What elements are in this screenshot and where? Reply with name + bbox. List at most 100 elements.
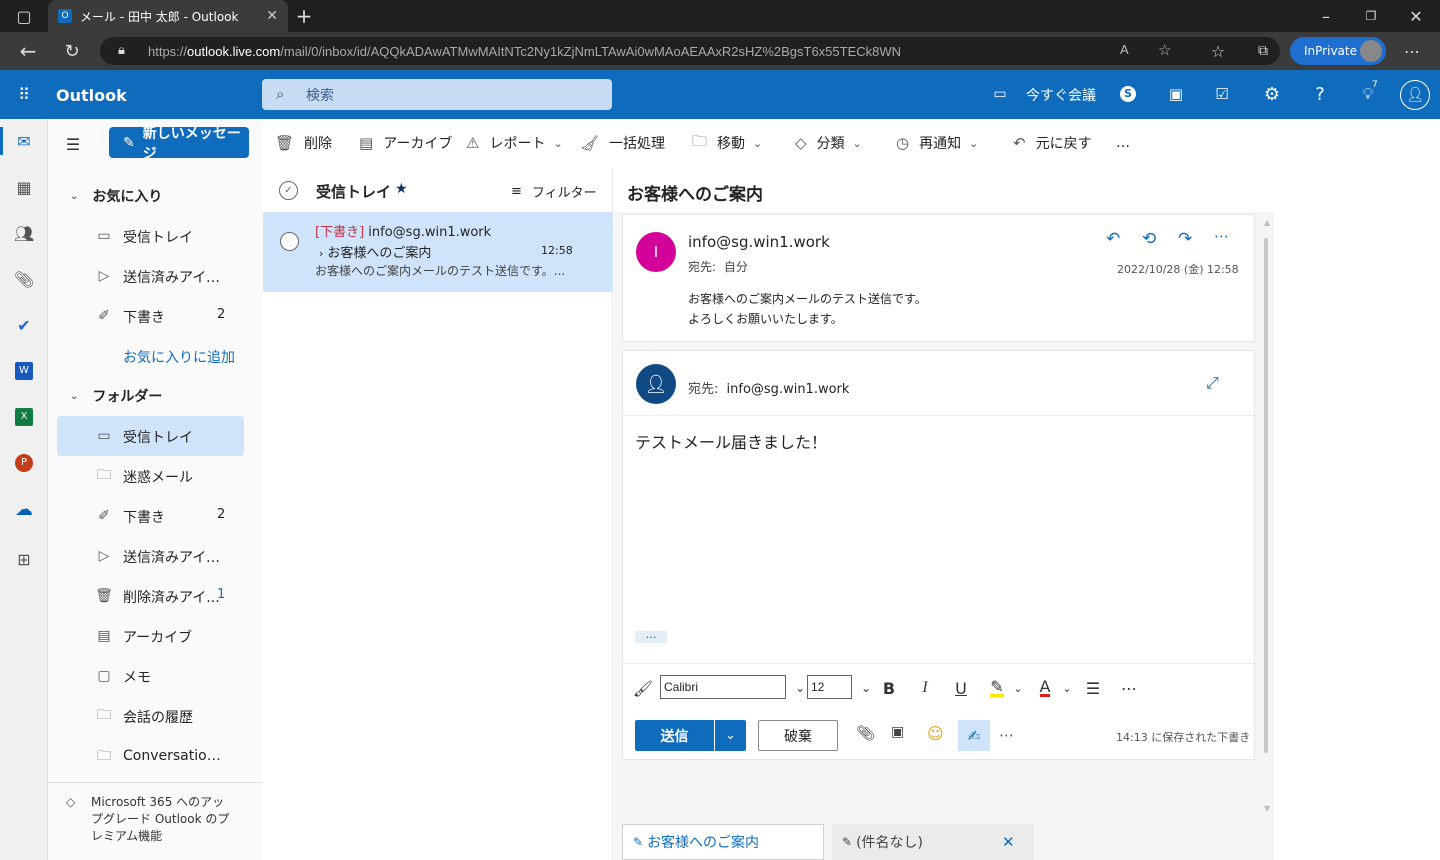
italic-icon[interactable]: I [911, 676, 939, 700]
favorites-header[interactable]: ⌄ お気に入り [70, 186, 162, 206]
sender-avatar[interactable]: I [636, 232, 676, 272]
more-apps-icon[interactable]: ⊞ [10, 545, 38, 573]
snooze-button[interactable]: ◷ 再通知 ⌄ [896, 130, 978, 156]
app-launcher-icon[interactable]: ⠿ [10, 80, 38, 108]
todo-icon[interactable]: ✔ [10, 311, 38, 339]
search-input[interactable]: ⌕ 検索 [262, 79, 612, 110]
new-message-button[interactable]: ✎ 新しいメッセージ [109, 126, 249, 162]
send-options-chevron-icon[interactable]: ⌄ [715, 720, 746, 751]
url-input[interactable]: 🔒︎ https://outlook.live.com/mail/0/inbox… [100, 37, 1280, 65]
folder-item-drafts[interactable]: ✐ 下書き 2 [57, 496, 244, 536]
sweep-button[interactable]: 🧹︎ 一括処理 [580, 130, 665, 156]
folder-item-conversation-history[interactable]: 🗀︎ 会話の履歴 [57, 696, 244, 736]
compose-tab-active[interactable]: ✎ お客様へのご案内 [622, 824, 824, 860]
editor-icon[interactable]: ✍︎ [958, 720, 990, 751]
folder-item-sent[interactable]: ▷ 送信済みアイテム [57, 536, 244, 576]
categorize-button[interactable]: ◇ 分類 ⌄ [795, 130, 862, 156]
attach-icon[interactable]: 📎︎ [856, 724, 878, 748]
scroll-up-icon[interactable]: ▲ [1264, 218, 1270, 227]
meet-now-button[interactable]: 今すぐ会議 [1026, 85, 1096, 105]
chevron-down-icon[interactable]: ⌄ [1004, 676, 1032, 700]
archive-button[interactable]: ▤ アーカイブ [359, 130, 452, 156]
add-favorite-link[interactable]: お気に入りに追加 [123, 347, 235, 367]
favorite-item-inbox[interactable]: ▭ 受信トレイ [57, 216, 244, 256]
office-icon[interactable]: ▣ [1162, 80, 1190, 108]
attachment-icon[interactable]: 📎︎ [10, 265, 38, 293]
compose-to-value[interactable]: info@sg.win1.work [727, 382, 850, 397]
folder-item-notes[interactable]: ▢ メモ [57, 656, 244, 696]
window-close-icon[interactable]: ✕ [1402, 2, 1430, 30]
excel-icon[interactable]: X [10, 403, 38, 431]
word-icon[interactable]: W [10, 357, 38, 385]
more-options-icon[interactable]: ⋯ [999, 726, 1021, 748]
favorites-icon[interactable]: ☆ [1204, 37, 1232, 65]
font-name-select[interactable]: Calibri [660, 675, 786, 699]
minimize-icon[interactable]: – [1312, 2, 1340, 30]
account-avatar-icon[interactable]: 👤︎ [1400, 80, 1430, 110]
inprivate-badge[interactable]: InPrivate [1290, 37, 1386, 65]
whats-new-icon[interactable]: 💡︎ [1354, 80, 1382, 108]
undo-button[interactable]: ↶ 元に戻す [1013, 130, 1092, 156]
back-icon[interactable]: ← [14, 37, 42, 65]
favorite-item-drafts[interactable]: ✐ 下書き 2 [57, 296, 244, 336]
refresh-icon[interactable]: ↻ [58, 37, 86, 65]
restore-icon[interactable]: ❐ [1357, 2, 1385, 30]
more-format-icon[interactable]: ⋯ [1115, 676, 1143, 700]
tab-actions-icon[interactable]: ▢ [10, 2, 38, 30]
folder-item-archive[interactable]: ▤ アーカイブ [57, 616, 244, 656]
powerpoint-icon[interactable]: P [10, 449, 38, 477]
sender-address[interactable]: info@sg.win1.work [688, 233, 830, 251]
chevron-down-icon[interactable]: ⌄ [1053, 676, 1081, 700]
report-button[interactable]: ⚠ レポート ⌄ [466, 130, 563, 156]
format-painter-icon[interactable]: 🖌︎ [629, 676, 657, 700]
app-name[interactable]: Outlook [56, 86, 127, 105]
help-icon[interactable]: ? [1306, 80, 1334, 108]
forward-icon[interactable]: ↷ [1178, 229, 1192, 249]
folder-item-deleted[interactable]: 🗑︎ 削除済みアイ... 1 [57, 576, 244, 616]
filter-button[interactable]: ≡ フィルター [511, 182, 597, 201]
favorite-add-icon[interactable]: ☆ [1158, 41, 1171, 59]
read-aloud-icon[interactable]: A [1120, 42, 1129, 57]
show-trimmed-button[interactable]: … [635, 629, 667, 643]
move-button[interactable]: 🗀︎ 移動 ⌄ [692, 130, 762, 156]
folder-item-conversation[interactable]: 🗀︎ Conversation ... [57, 737, 244, 777]
people-icon[interactable]: 👥︎ [10, 219, 38, 247]
hamburger-icon[interactable]: ☰ [62, 130, 84, 158]
send-button[interactable]: 送信 [635, 720, 714, 751]
scrollbar-thumb[interactable] [1264, 238, 1268, 753]
message-item[interactable]: [下書き] info@sg.win1.work › お客様へのご案内 12:58 … [263, 212, 613, 292]
settings-gear-icon[interactable]: ⚙ [1258, 80, 1286, 108]
onedrive-icon[interactable]: ☁ [10, 495, 38, 523]
skype-icon[interactable]: S [1114, 80, 1142, 108]
more-actions-icon[interactable]: ⋯ [1214, 227, 1229, 245]
favorite-star-icon[interactable]: ★ [395, 181, 408, 197]
bullets-icon[interactable]: ☰ [1079, 676, 1107, 700]
scroll-down-icon[interactable]: ▼ [1264, 804, 1270, 813]
pop-out-icon[interactable]: ⤢ [1206, 373, 1219, 393]
my-day-icon[interactable]: ☑ [1208, 80, 1236, 108]
mail-icon[interactable]: ✉ [10, 127, 38, 155]
collections-icon[interactable]: ⧉ [1249, 37, 1277, 65]
insert-picture-icon[interactable]: ▣ [891, 724, 913, 748]
underline-icon[interactable]: U [947, 676, 975, 700]
message-checkbox[interactable] [280, 232, 299, 251]
calendar-icon[interactable]: ▦ [10, 173, 38, 201]
close-tab-icon[interactable]: ✕ [1002, 833, 1015, 851]
reply-icon[interactable]: ↶ [1106, 229, 1120, 249]
select-all-checkbox[interactable]: ✓ [279, 181, 298, 200]
discard-button[interactable]: 破棄 [758, 720, 838, 751]
more-commands-button[interactable]: … [1116, 130, 1130, 156]
video-icon[interactable]: ▭ [986, 80, 1014, 108]
compose-tab[interactable]: ✎ (件名なし) ✕ [832, 824, 1034, 860]
reading-scrollbar[interactable]: ▲ ▼ [1262, 218, 1270, 816]
emoji-icon[interactable]: ☺ [927, 724, 949, 748]
reply-all-icon[interactable]: ⟲ [1142, 229, 1156, 249]
browser-tab[interactable]: O メール - 田中 太郎 - Outlook ✕ [48, 0, 288, 32]
close-tab-icon[interactable]: ✕ [266, 8, 278, 24]
new-tab-icon[interactable]: + [290, 2, 318, 30]
upgrade-link[interactable]: Microsoft 365 へのアップグレード Outlook のプレミアム機能 [91, 794, 231, 845]
favorite-item-sent[interactable]: ▷ 送信済みアイテム [57, 256, 244, 296]
compose-body[interactable]: テストメール届きました！ [635, 429, 827, 453]
browser-menu-icon[interactable]: ⋯ [1398, 37, 1426, 65]
bold-icon[interactable]: B [875, 676, 903, 700]
